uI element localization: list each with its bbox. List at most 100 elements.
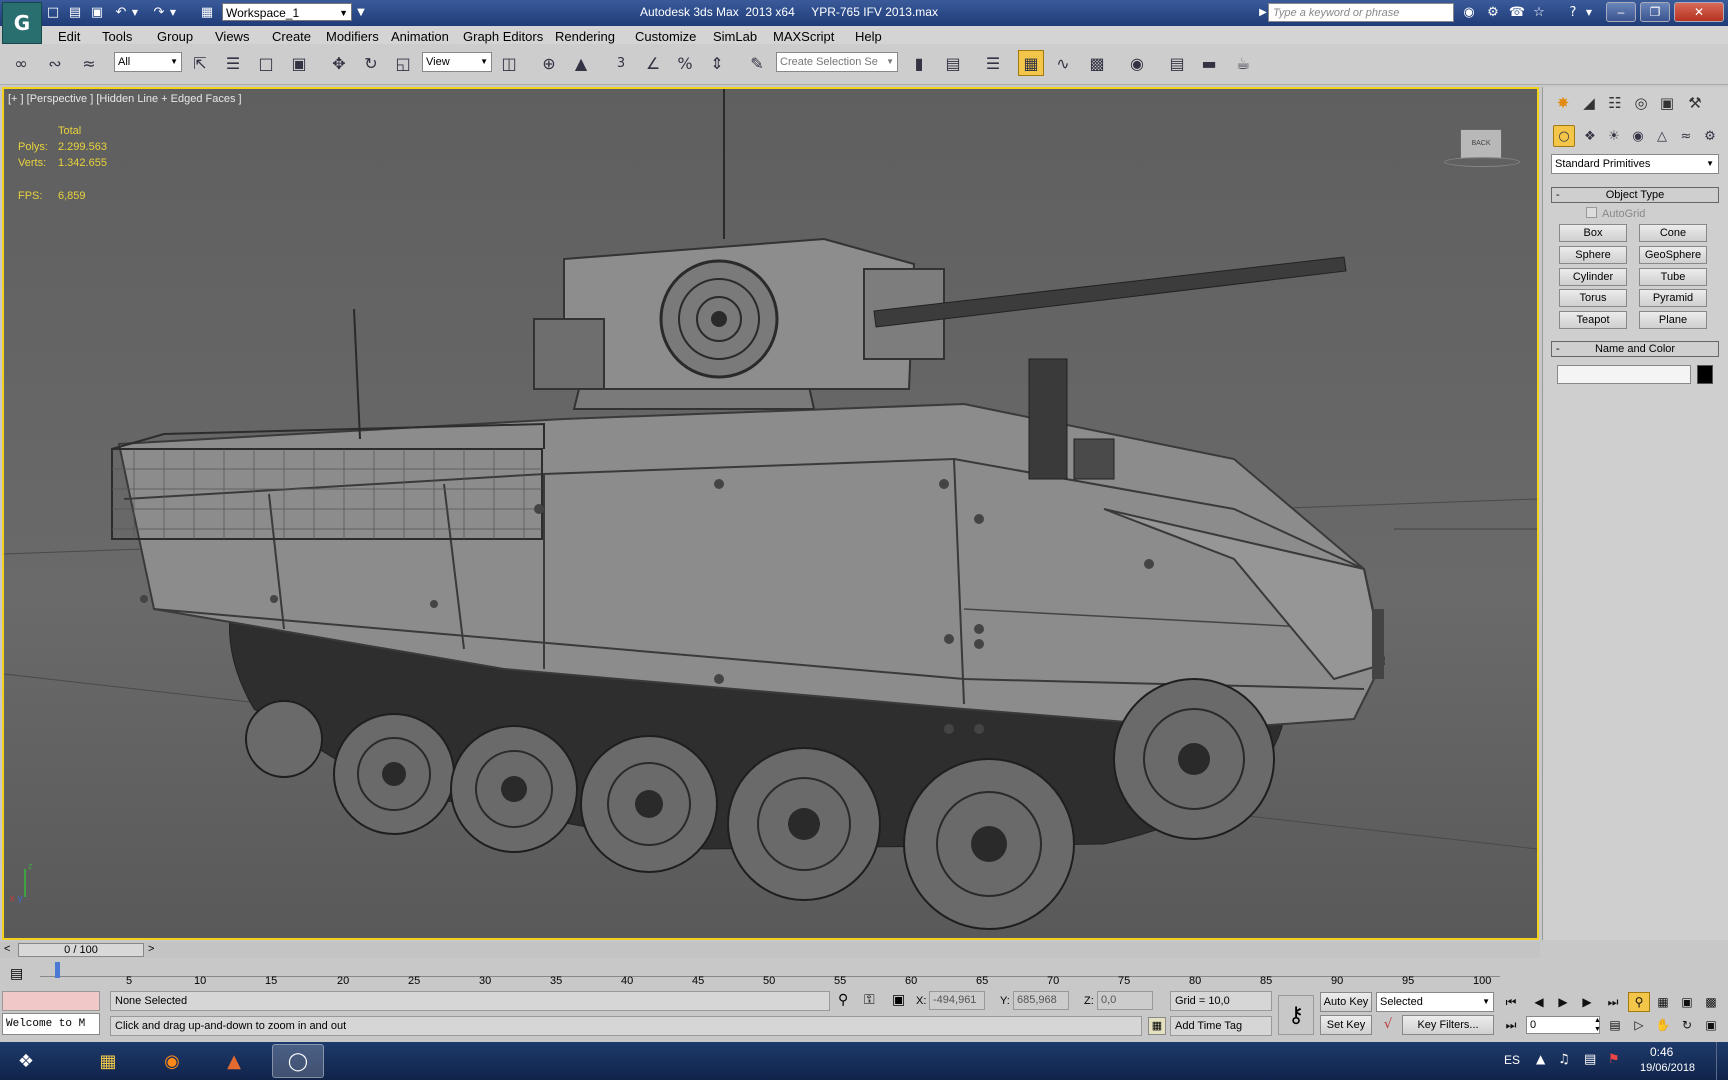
zoom-all-icon[interactable]: ▦: [1652, 992, 1674, 1012]
y-coord-field[interactable]: 685,968: [1013, 991, 1069, 1010]
unlink-selection-icon[interactable]: ∾: [42, 50, 68, 76]
edit-named-selection-icon[interactable]: ✎: [744, 50, 770, 76]
time-slider-prev-arrow[interactable]: <: [4, 943, 10, 955]
perspective-viewport[interactable]: [+ ] [Perspective ] [Hidden Line + Edged…: [2, 87, 1539, 940]
isolate-selection-icon[interactable]: ⚲: [838, 992, 848, 1008]
time-slider-next-arrow[interactable]: >: [148, 943, 154, 955]
torus-button[interactable]: Torus: [1559, 289, 1627, 307]
select-and-rotate-icon[interactable]: ↻: [358, 50, 384, 76]
sphere-button[interactable]: Sphere: [1559, 246, 1627, 264]
open-file-icon[interactable]: ▤: [66, 3, 84, 21]
next-frame-icon[interactable]: ▶: [1576, 992, 1598, 1012]
select-object-icon[interactable]: ⇱: [187, 50, 213, 76]
window-crossing-icon[interactable]: ▣: [286, 50, 312, 76]
layer-manager-icon[interactable]: ☰: [980, 50, 1006, 76]
lights-category-icon[interactable]: ☀: [1603, 125, 1625, 147]
pan-view-icon[interactable]: ✋: [1652, 1015, 1674, 1035]
time-slider[interactable]: 0 / 100: [18, 943, 144, 957]
set-key-button[interactable]: Set Key: [1320, 1015, 1372, 1035]
go-to-start-icon[interactable]: ⏮: [1500, 992, 1522, 1012]
object-name-input[interactable]: [1557, 365, 1691, 384]
redo-dropdown-icon[interactable]: ▼: [168, 3, 178, 21]
action-center-flag-icon[interactable]: ⚑: [1608, 1052, 1620, 1067]
name-and-color-rollout[interactable]: - Name and Color: [1551, 341, 1719, 357]
bind-to-space-warp-icon[interactable]: ≈: [76, 50, 102, 76]
named-selection-sets-dropdown[interactable]: Create Selection Se ▼: [776, 52, 898, 72]
key-filters-button[interactable]: Key Filters...: [1402, 1015, 1494, 1035]
cylinder-button[interactable]: Cylinder: [1559, 268, 1627, 286]
select-and-scale-icon[interactable]: ◱: [390, 50, 416, 76]
mirror-icon[interactable]: ▮: [906, 50, 932, 76]
app-logo-button[interactable]: G: [2, 2, 42, 44]
project-folder-icon[interactable]: ▦: [198, 3, 216, 21]
new-file-icon[interactable]: □: [44, 3, 62, 21]
help-dropdown-icon[interactable]: ▼: [1584, 3, 1594, 21]
set-keys-key-icon[interactable]: ⚷: [1278, 995, 1314, 1035]
time-configuration-icon[interactable]: ▤: [1604, 1015, 1626, 1035]
zoom-extents-icon[interactable]: ▣: [1676, 992, 1698, 1012]
frame-spinner-icon[interactable]: ▲ ▼: [1594, 1016, 1602, 1034]
go-to-end-icon[interactable]: ⏭: [1602, 992, 1624, 1012]
spinner-snap-icon[interactable]: ⇕: [704, 50, 730, 76]
space-warps-category-icon[interactable]: ≈: [1675, 125, 1697, 147]
render-setup-icon[interactable]: ▤: [1164, 50, 1190, 76]
select-and-link-icon[interactable]: ∞: [8, 50, 34, 76]
object-type-rollout[interactable]: - Object Type: [1551, 187, 1719, 203]
tray-clock-date[interactable]: 19/06/2018: [1640, 1062, 1695, 1074]
motion-tab-icon[interactable]: ◎: [1629, 91, 1653, 115]
pivot-center-icon[interactable]: ◫: [496, 50, 522, 76]
maxscript-listener-mini[interactable]: [2, 991, 100, 1011]
tray-up-arrow-icon[interactable]: ▲: [1536, 1052, 1545, 1066]
undo-icon[interactable]: ↶: [112, 3, 130, 21]
absolute-mode-icon[interactable]: ▣: [892, 992, 905, 1008]
keyboard-shortcut-override-icon[interactable]: ▲: [568, 50, 594, 76]
box-button[interactable]: Box: [1559, 224, 1627, 242]
default-tangent-icon[interactable]: √: [1378, 1015, 1398, 1035]
tube-button[interactable]: Tube: [1639, 268, 1707, 286]
viewcube-compass-ring[interactable]: [1444, 157, 1520, 167]
pyramid-button[interactable]: Pyramid: [1639, 289, 1707, 307]
select-and-move-icon[interactable]: ✥: [326, 50, 352, 76]
previous-frame-icon[interactable]: ◀: [1528, 992, 1550, 1012]
cone-button[interactable]: Cone: [1639, 224, 1707, 242]
network-icon[interactable]: ▤: [1584, 1052, 1596, 1067]
x-coord-field[interactable]: -494,961: [929, 991, 985, 1010]
orbit-icon[interactable]: ↻: [1676, 1015, 1698, 1035]
3ds-max-taskbar-icon[interactable]: ◯: [272, 1044, 324, 1078]
percent-snap-icon[interactable]: %: [672, 50, 698, 76]
selection-lock-icon[interactable]: ⚿: [864, 992, 875, 1008]
snaps-toggle-icon[interactable]: 3: [608, 50, 634, 76]
search-input[interactable]: Type a keyword or phrase: [1268, 3, 1454, 22]
play-icon[interactable]: ▶: [1552, 992, 1574, 1012]
select-and-manipulate-icon[interactable]: ⊕: [536, 50, 562, 76]
helpers-category-icon[interactable]: △: [1651, 125, 1673, 147]
add-time-tag[interactable]: Add Time Tag: [1170, 1016, 1272, 1036]
redo-icon[interactable]: ↷: [150, 3, 168, 21]
cameras-category-icon[interactable]: ◉: [1627, 125, 1649, 147]
viewcube[interactable]: BACK: [1460, 129, 1502, 159]
z-coord-field[interactable]: 0,0: [1097, 991, 1153, 1010]
modify-tab-icon[interactable]: ◢: [1577, 91, 1601, 115]
undo-dropdown-icon[interactable]: ▼: [130, 3, 140, 21]
file-explorer-icon[interactable]: ▦: [82, 1044, 134, 1078]
start-button-icon[interactable]: ❖: [0, 1044, 52, 1078]
time-tag-icon[interactable]: ▦: [1148, 1017, 1166, 1035]
current-frame-field[interactable]: 0: [1526, 1016, 1600, 1034]
graphite-modeling-tools-icon[interactable]: ▦: [1018, 50, 1044, 76]
plane-button[interactable]: Plane: [1639, 311, 1707, 329]
geosphere-button[interactable]: GeoSphere: [1639, 246, 1707, 264]
material-editor-icon[interactable]: ◉: [1124, 50, 1150, 76]
help-icon[interactable]: ?: [1564, 3, 1582, 21]
select-by-name-icon[interactable]: ☰: [220, 50, 246, 76]
reference-coordinate-dropdown[interactable]: View ▼: [422, 52, 492, 72]
close-button[interactable]: ✕: [1674, 2, 1724, 22]
teapot-button[interactable]: Teapot: [1559, 311, 1627, 329]
utilities-tab-icon[interactable]: ⚒: [1683, 91, 1707, 115]
mini-curve-editor-icon[interactable]: ▤: [10, 966, 23, 982]
angle-snap-icon[interactable]: ∠: [640, 50, 666, 76]
track-bar[interactable]: ▤ 5 10 15 20 25 30 35 40 45 50 55 60 65 …: [0, 960, 1540, 990]
object-category-dropdown[interactable]: Standard Primitives ▼: [1551, 154, 1719, 174]
key-mode-toggle-icon[interactable]: ⏭: [1500, 1015, 1522, 1035]
display-tab-icon[interactable]: ▣: [1655, 91, 1679, 115]
geometry-category-icon[interactable]: ○: [1553, 125, 1575, 147]
